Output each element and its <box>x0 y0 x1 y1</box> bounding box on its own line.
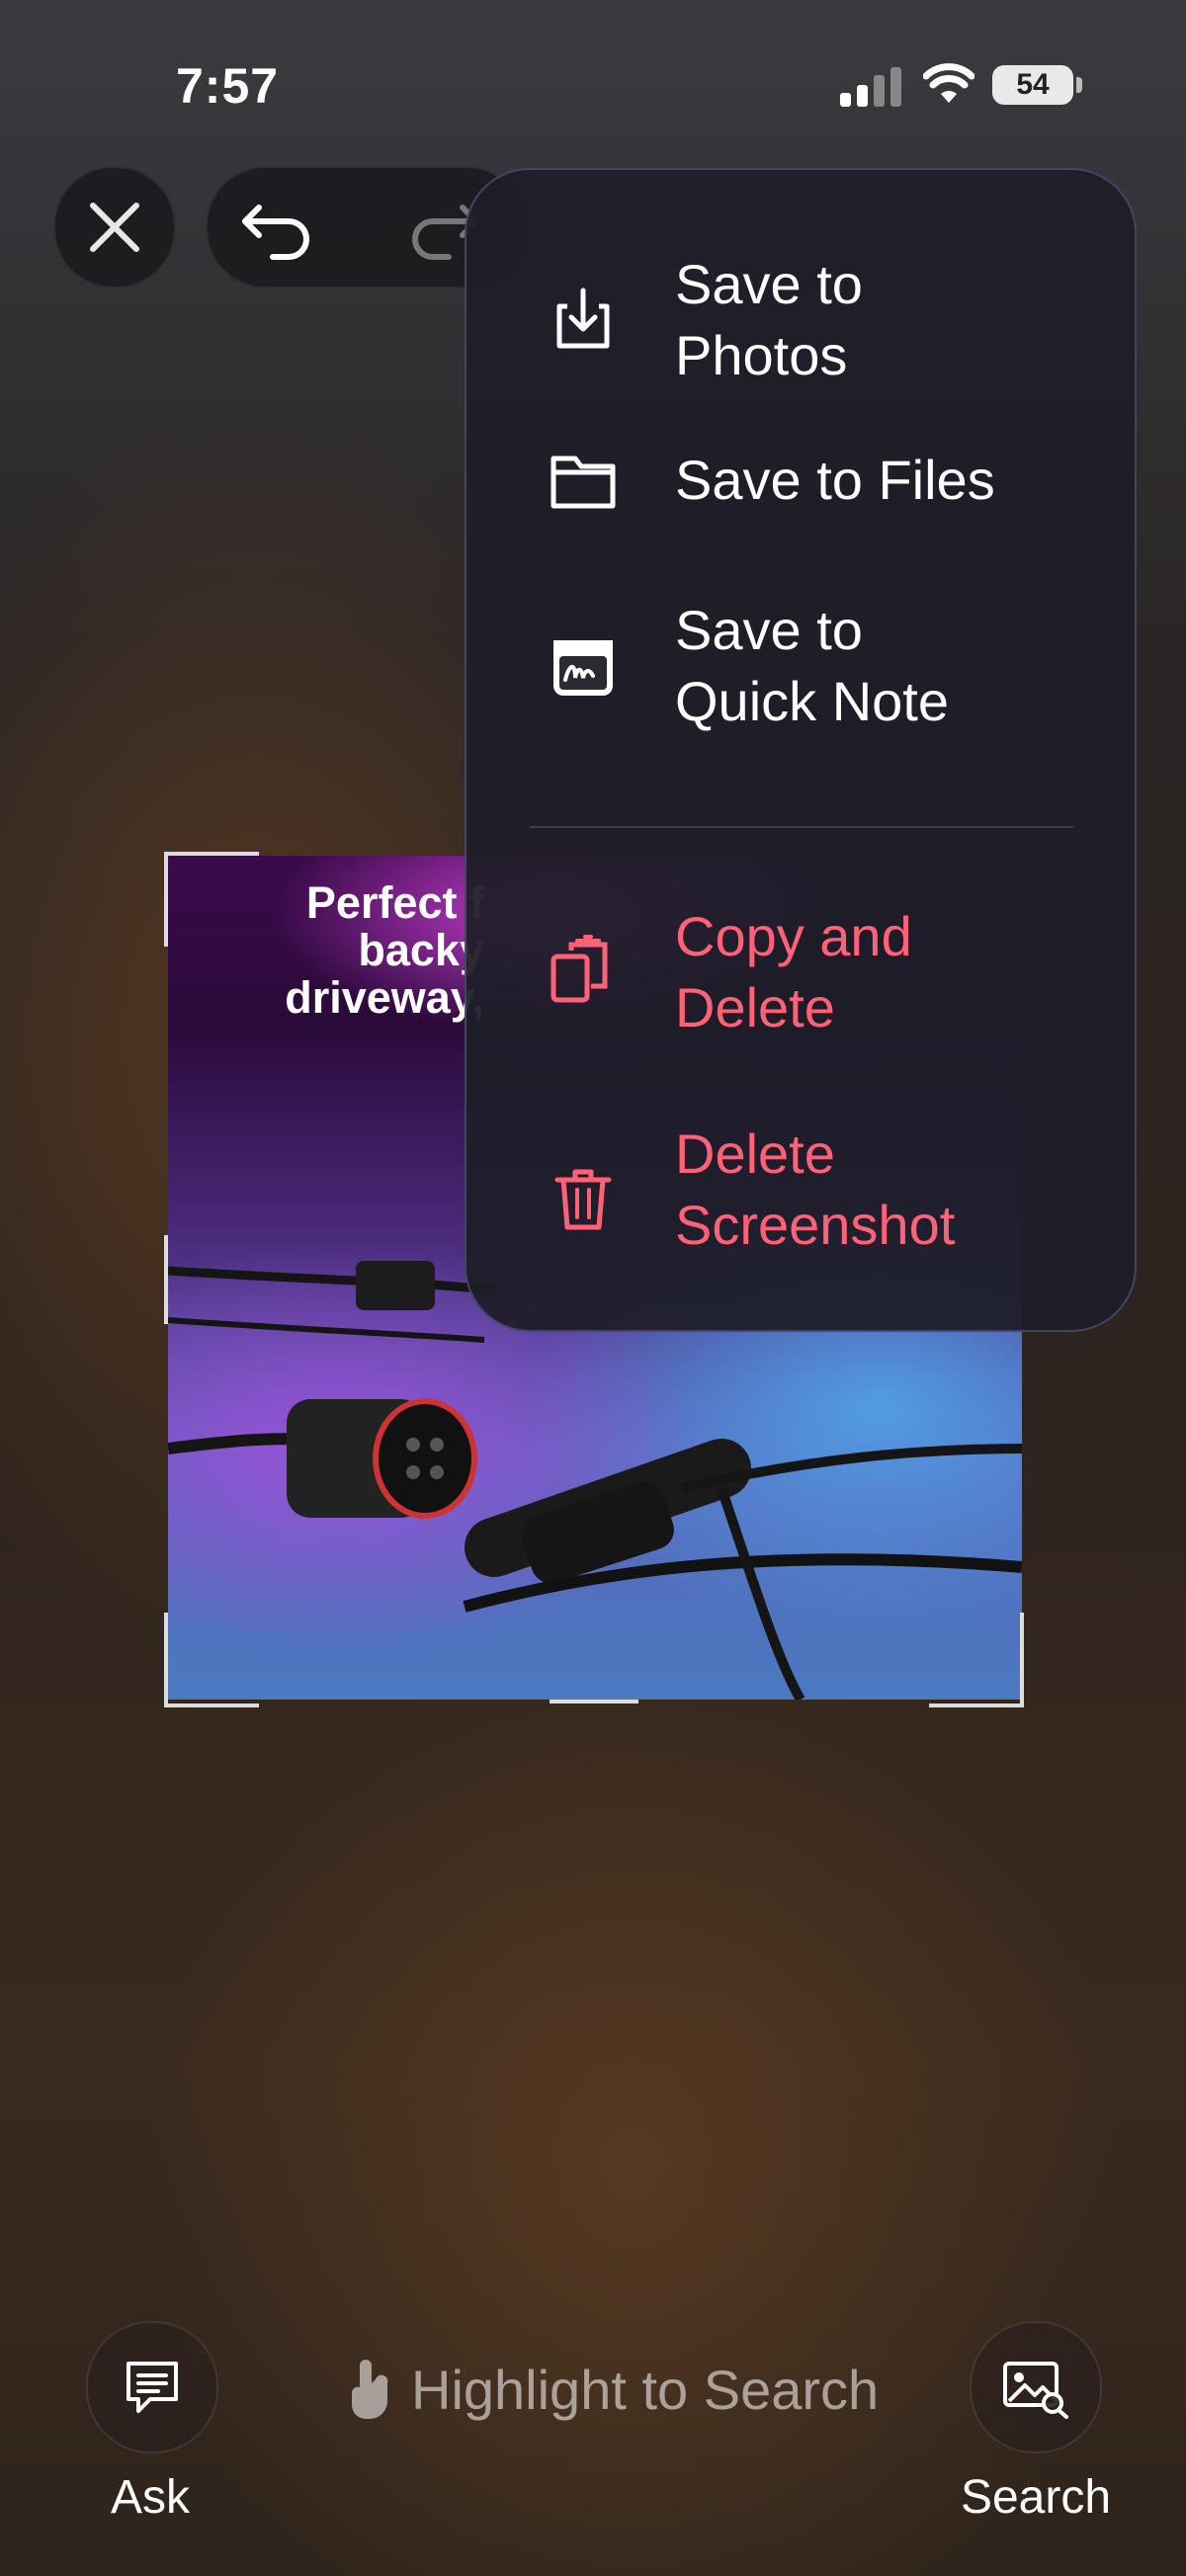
save-options-menu: Save to Photos Save to Files Save to Qui… <box>465 168 1137 1332</box>
copy-and-delete-item[interactable]: Copy and Delete <box>466 891 1135 1053</box>
save-to-quick-note-label: Save to Quick Note <box>675 599 949 732</box>
status-bar: 7:57 54 <box>0 0 1186 158</box>
copy-and-delete-label: Copy and Delete <box>675 905 912 1039</box>
battery-indicator: 54 <box>992 65 1073 105</box>
quick-note-icon <box>553 640 613 696</box>
save-to-files-label: Save to Files <box>675 449 995 511</box>
folder-icon <box>551 456 616 509</box>
save-to-photos-label: Save to Photos <box>675 253 863 386</box>
crop-handle-top-left[interactable] <box>164 852 259 947</box>
ask-label: Ask <box>110 2471 190 2524</box>
crop-handle-bottom-right[interactable] <box>929 1613 1024 1707</box>
crop-handle-left-mid[interactable] <box>164 1235 168 1324</box>
menu-divider <box>530 826 1073 828</box>
close-button[interactable] <box>53 166 176 289</box>
wifi-icon <box>923 63 974 103</box>
close-icon <box>90 203 139 252</box>
battery-tip <box>1076 77 1082 93</box>
crop-handle-bottom-left[interactable] <box>164 1613 259 1707</box>
cellular-signal-icon <box>840 65 901 107</box>
save-to-files-item[interactable]: Save to Files <box>466 417 1135 545</box>
search-label: Search <box>960 2471 1112 2524</box>
status-time: 7:57 <box>176 58 280 114</box>
ask-button[interactable] <box>86 2321 218 2453</box>
crop-handle-bottom-mid[interactable] <box>550 1700 638 1703</box>
save-to-photos-item[interactable]: Save to Photos <box>466 239 1135 401</box>
finger-highlight-icon <box>351 2360 388 2419</box>
undo-icon[interactable] <box>237 188 316 267</box>
chat-bubble-icon <box>127 2362 178 2413</box>
tray-arrow-down-icon <box>556 288 610 349</box>
search-button[interactable] <box>970 2321 1102 2453</box>
delete-screenshot-item[interactable]: Delete Screenshot <box>466 1119 1135 1281</box>
delete-screenshot-label: Delete Screenshot <box>675 1122 956 1256</box>
image-search-icon <box>1003 2362 1068 2419</box>
trash-icon <box>554 1169 612 1230</box>
save-to-quick-note-item[interactable]: Save to Quick Note <box>466 585 1135 747</box>
highlight-to-search-hint: Highlight to Search <box>344 2350 879 2429</box>
hint-label: Highlight to Search <box>411 2358 880 2421</box>
copy-trash-icon <box>551 935 608 1003</box>
